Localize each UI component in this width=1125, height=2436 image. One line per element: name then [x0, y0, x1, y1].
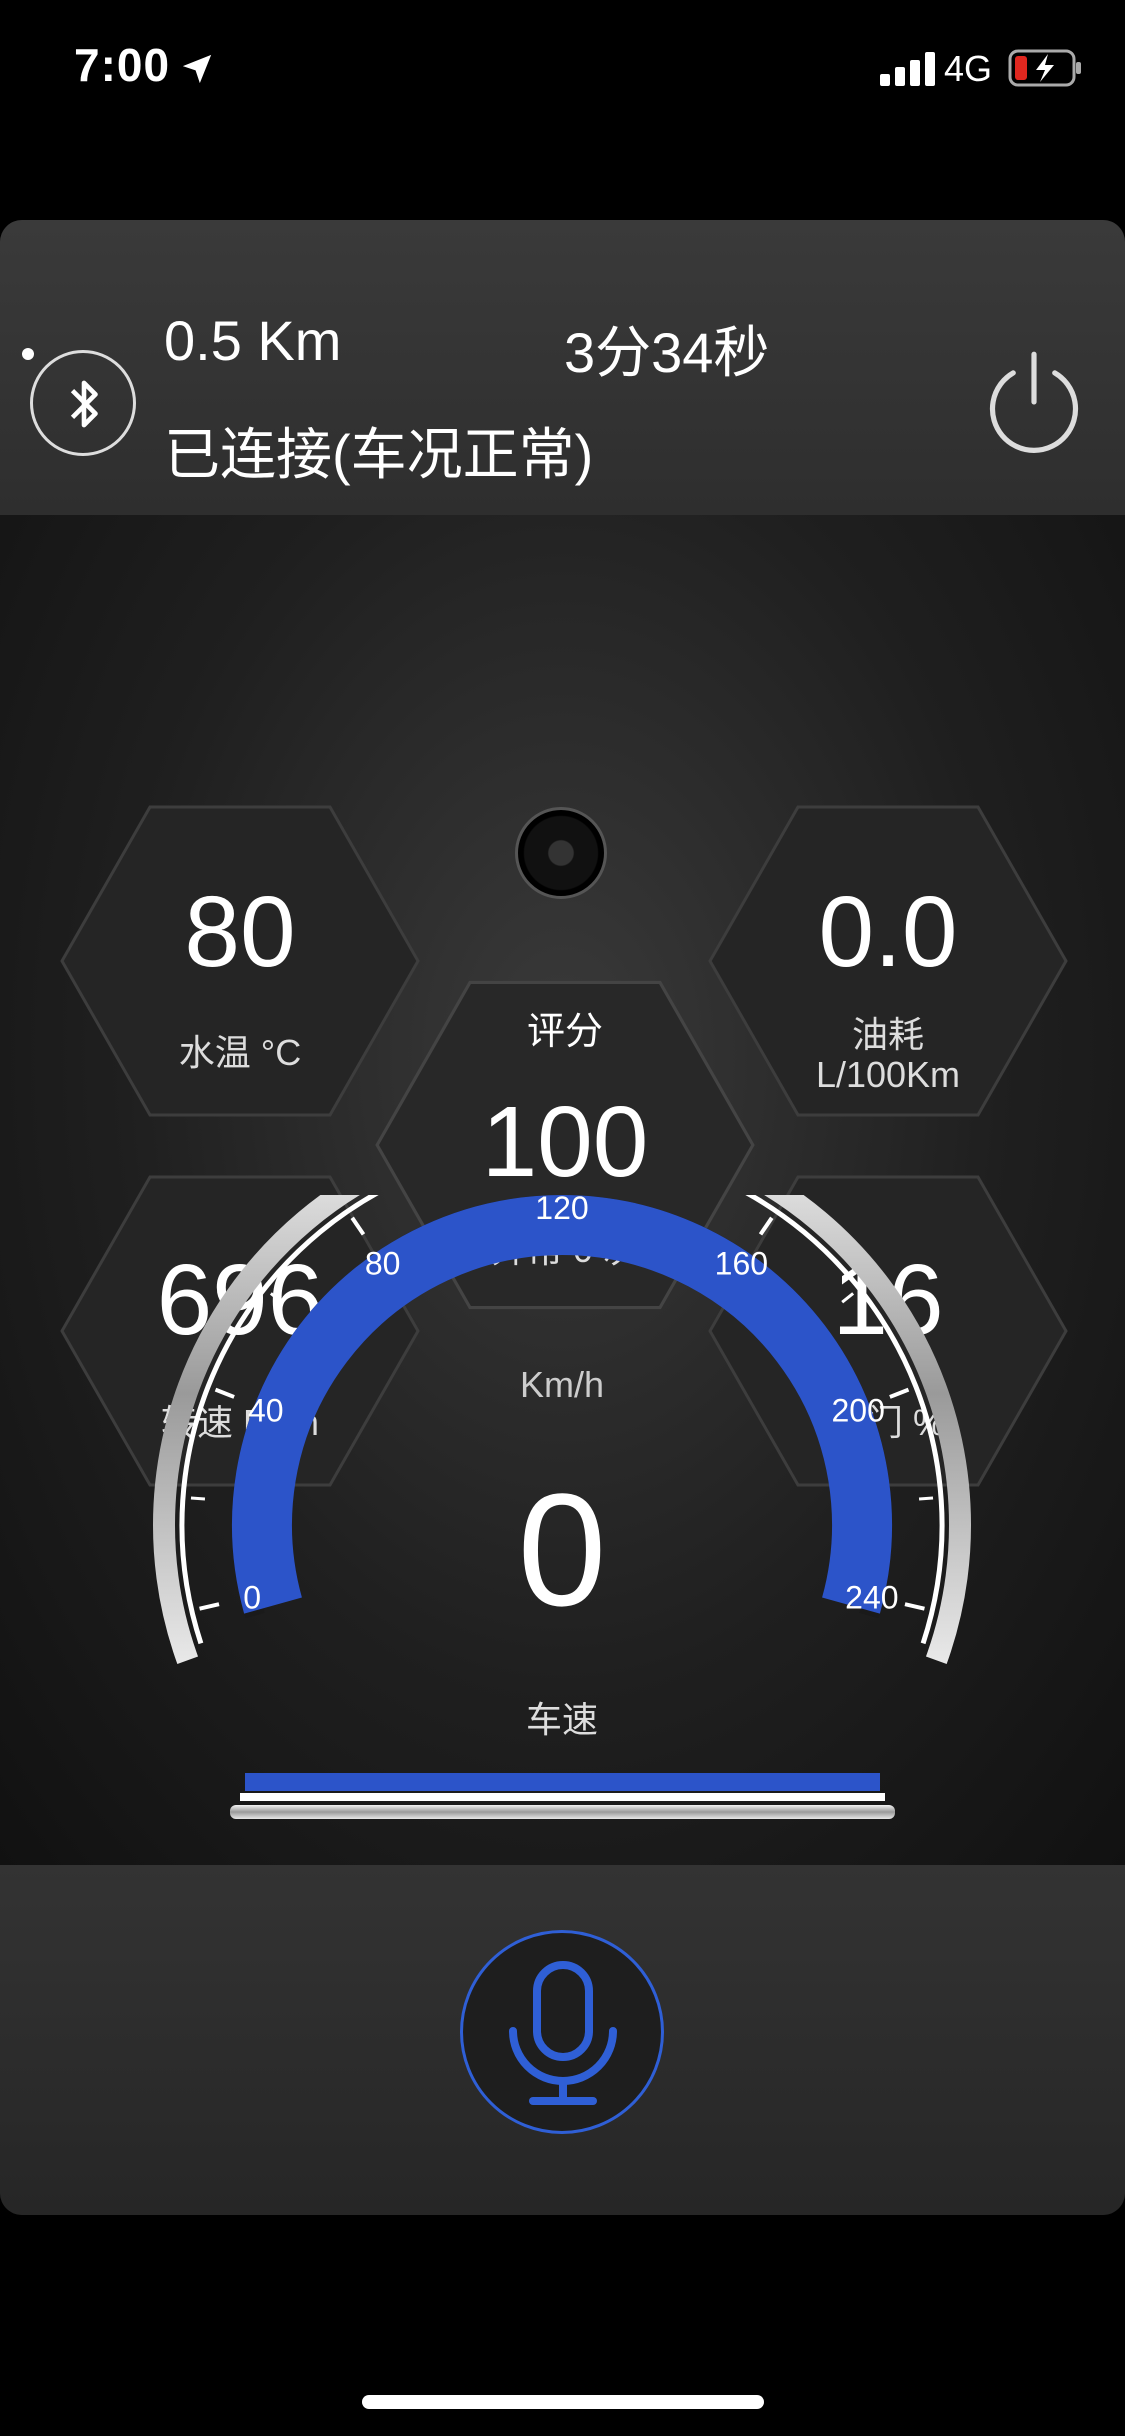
water-temp-value: 80: [184, 876, 296, 988]
network-type: 4G: [944, 48, 993, 89]
speedometer-tick: [904, 1602, 925, 1611]
speedometer-tick: [199, 1602, 220, 1611]
trip-header: 0.5 Km 3分34秒 已连接(车况正常): [0, 220, 1125, 515]
bluetooth-icon: [70, 380, 98, 428]
speedometer-base-band: [245, 1773, 880, 1791]
fuel-consumption-tile: 0.0 油耗 L/100Km: [708, 805, 1068, 1117]
speed-value: 0: [518, 1460, 607, 1639]
speed-label: 车速: [526, 1699, 598, 1740]
signal-bars-icon: [880, 52, 935, 86]
bluetooth-button[interactable]: [30, 350, 136, 456]
connection-status: 已连接(车况正常): [164, 423, 594, 486]
bluetooth-status-dot: [22, 348, 34, 360]
water-temp-tile: 80 水温 °C: [60, 805, 420, 1117]
speedometer-tick: [350, 1216, 366, 1236]
home-indicator[interactable]: [362, 2395, 764, 2409]
speedometer-tick-label: 40: [248, 1392, 284, 1428]
speedometer-tick-label: 80: [365, 1245, 401, 1281]
speedometer: Km/h 0 车速 0 40 80 120 160 200 240: [153, 1195, 971, 1819]
microphone-icon: [509, 1961, 617, 2105]
speedometer-tick-label: 0: [243, 1580, 261, 1616]
speedometer-tick-label: 240: [845, 1580, 898, 1616]
status-bar: 7:00 4G: [0, 0, 1125, 140]
water-temp-label: 水温 °C: [178, 1032, 302, 1073]
speedometer-tick: [918, 1496, 934, 1501]
speedometer-tick: [190, 1496, 206, 1501]
speedometer-tick: [269, 1292, 283, 1304]
camera-lens-icon: [515, 807, 607, 899]
speedometer-tick: [889, 1387, 910, 1399]
fuel-consumption-label: 油耗: [851, 1014, 924, 1055]
battery-charging-icon: [1008, 49, 1081, 87]
speedometer-base-line: [240, 1793, 885, 1801]
status-time: 7:00: [74, 39, 171, 91]
fuel-consumption-value: 0.0: [818, 876, 958, 988]
score-value: 100: [481, 1086, 649, 1198]
speedometer-base-rim: [230, 1805, 895, 1819]
fuel-consumption-unit: L/100Km: [815, 1054, 961, 1095]
speedometer-tick-label: 160: [715, 1245, 768, 1281]
power-button[interactable]: [982, 348, 1086, 458]
speedometer-tick-label: 200: [832, 1392, 885, 1428]
score-title: 评分: [526, 1011, 603, 1053]
speedometer-tick: [758, 1216, 774, 1236]
speedometer-tick: [214, 1387, 235, 1399]
location-arrow-icon: [182, 54, 212, 84]
trip-duration: 3分34秒: [564, 321, 770, 384]
voice-button[interactable]: [460, 1930, 664, 2134]
speedometer-tick-label: 120: [535, 1195, 588, 1226]
speed-unit: Km/h: [520, 1364, 604, 1405]
trip-distance: 0.5 Km: [164, 309, 342, 372]
speedometer-tick: [841, 1292, 855, 1304]
